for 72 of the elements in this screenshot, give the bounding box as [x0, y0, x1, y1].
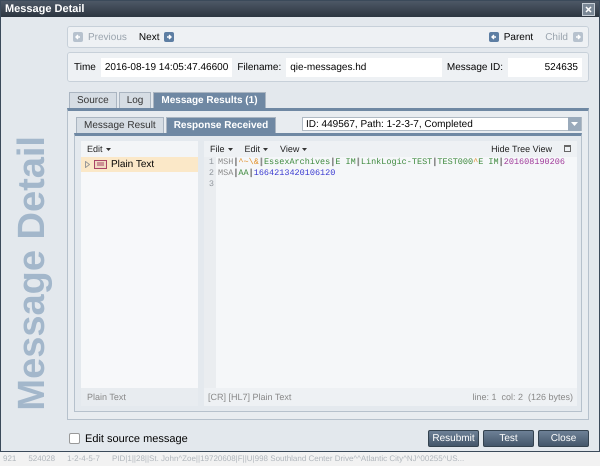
caret-icon	[228, 148, 233, 152]
message-id-field: 524635	[508, 58, 582, 76]
code-token: MSH	[218, 157, 234, 167]
checkbox[interactable]	[69, 433, 80, 444]
message-id-label: Message ID:	[446, 62, 503, 72]
maximize-icon[interactable]	[564, 145, 571, 152]
background-cell: 921	[3, 454, 16, 463]
dialog-button[interactable]: Test	[483, 430, 534, 447]
time-field: 2016-08-19 14:05:47.46600	[100, 58, 232, 76]
close-button[interactable]	[582, 2, 595, 16]
checkbox-label: Edit source message	[85, 432, 188, 444]
code-token: |	[248, 168, 254, 178]
hide-tree-view-button[interactable]: Hide Tree View	[491, 144, 552, 154]
menu-button[interactable]: File	[210, 144, 233, 154]
tree-item[interactable]: Plain Text	[81, 157, 198, 172]
caret-icon	[571, 122, 578, 126]
right-arrow-icon	[573, 32, 583, 42]
tab[interactable]: Message Result	[76, 117, 164, 133]
editor-status: [CR] [HL7] Plain Text	[208, 392, 292, 402]
line-number: 3	[208, 179, 214, 190]
tree-footer-text: Plain Text	[81, 388, 198, 406]
tab[interactable]: Message Results (1)	[153, 92, 266, 108]
menu-button[interactable]: Edit	[244, 144, 268, 154]
edit-menu[interactable]: Edit	[87, 144, 111, 154]
dialog-button[interactable]: Close	[538, 430, 589, 447]
expand-arrow-icon	[85, 161, 90, 168]
side-title: Message Detail	[10, 136, 54, 411]
line-number: 2	[208, 168, 214, 179]
time-label: Time	[74, 62, 96, 72]
cursor-position: line: 1 col: 2 (126 bytes)	[472, 392, 573, 402]
tab[interactable]: Log	[118, 92, 152, 108]
code-token: TEST000	[437, 157, 474, 167]
code-token: LinkLogic-TEST	[360, 157, 432, 167]
next-button[interactable]: Next	[138, 32, 174, 42]
dialog-button[interactable]: Resubmit	[428, 430, 479, 447]
menu-button[interactable]: View	[280, 144, 308, 154]
background-cell: 1-2-4-5-7	[67, 454, 100, 463]
code-token: EssexArchives	[264, 157, 330, 167]
caret-icon	[106, 148, 111, 152]
code-token: ^	[473, 157, 478, 167]
filename-label: Filename:	[237, 62, 282, 72]
code-token: 201608190206	[504, 157, 565, 167]
parent-button[interactable]: Parent	[488, 32, 534, 42]
code-token: |	[233, 168, 238, 178]
background-cell: 524028	[28, 454, 56, 463]
right-arrow-icon	[164, 32, 174, 42]
window-title: Message Detail	[5, 3, 84, 15]
line-number: 1	[208, 157, 214, 168]
code-token: MSA	[218, 168, 234, 178]
background-message-text: PID|1||28||St. John^Zoe||19720608|F||U|998 Southland Center Drive^^Atlantic City^NJ^00255^US...	[112, 454, 464, 463]
filename-field: qie-messages.hd	[286, 58, 442, 76]
code-token: E IM	[335, 157, 356, 167]
document-icon	[94, 160, 107, 169]
caret-icon	[302, 148, 308, 152]
result-dropdown[interactable]: ID: 449567, Path: 1-2-3-7, Completed	[302, 117, 582, 131]
tab[interactable]: Source	[69, 92, 117, 108]
code-token: ^~\&	[238, 157, 259, 167]
tab[interactable]: Response Received	[166, 117, 276, 133]
code-token: 1664213420106120	[254, 168, 336, 178]
code-token: AA	[238, 168, 249, 178]
code-editor[interactable]: 1 2 3 MSH|^~\&|EssexArchives|E IM|LinkLogic-TEST|TEST000^E IM|201608190206 MSA|AA|1664213420106120	[204, 157, 577, 388]
left-arrow-icon	[488, 32, 499, 42]
code-token: |	[356, 157, 361, 167]
code-token: E IM	[478, 157, 499, 167]
code-token: |	[498, 157, 504, 167]
code-token: |	[258, 157, 264, 167]
caret-icon	[263, 148, 268, 152]
code-token: |	[432, 157, 438, 167]
code-token: |	[233, 157, 238, 167]
close-icon	[585, 6, 592, 12]
code-token: |	[330, 157, 336, 167]
left-arrow-icon	[73, 32, 83, 42]
